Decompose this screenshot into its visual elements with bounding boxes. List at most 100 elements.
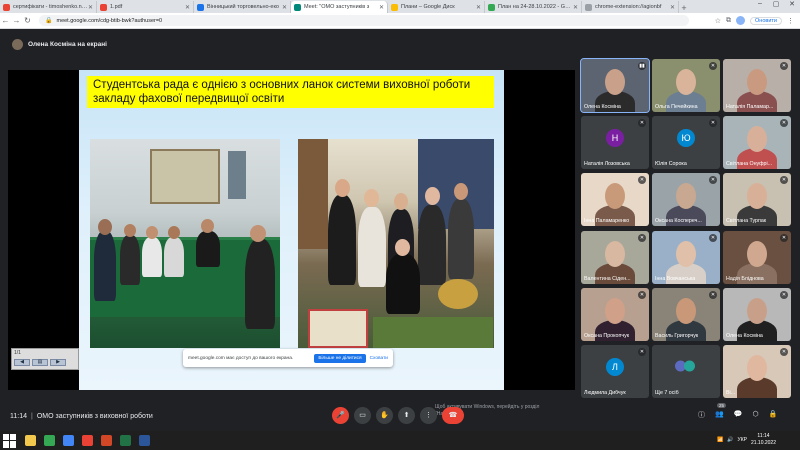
star-icon[interactable]: ☆ [715,17,721,25]
call-controls: 🎤 ▭ ✋ ⬆ ⋮ ☎ [332,407,464,424]
forward-arrow-icon[interactable]: → [11,16,22,25]
participant-tile[interactable]: Ю ✕ Юлія Сорока [652,116,720,170]
participant-tile[interactable]: Н ✕ Наталія Лозовська [581,116,649,170]
volume-icon[interactable]: 🔊 [727,437,733,443]
tab-label: Meet: "ОМО заступників з [304,4,370,10]
activities-icon[interactable]: ⬡ [752,410,758,420]
participant-tile[interactable]: ✕ Надія Бліднова [723,230,791,284]
menu-icon[interactable]: ⋮ [787,17,794,25]
tab-close-icon[interactable]: ✕ [573,4,578,11]
excel-icon[interactable] [120,435,131,446]
camera-button[interactable]: ▭ [354,407,371,424]
people-icon[interactable]: 25 👥 [715,403,727,420]
muted-mic-icon: ✕ [709,119,717,128]
next-slide-button[interactable]: ▶ [50,359,66,366]
taskbar-apps [17,435,150,446]
host-controls-icon[interactable]: 🔒 [769,410,778,420]
tab-label: План на 24-28.10.2022 - Goog [498,4,573,10]
tab-favicon-icon [100,3,107,11]
participant-tile[interactable]: ✕ Інна Паламаренко [581,173,649,227]
tab-label: chrome-extension://agionbf [595,4,662,10]
chrome-2-icon[interactable] [63,435,74,446]
reload-icon[interactable]: ↻ [22,16,33,25]
participant-tile[interactable]: ✕ Світлана Онуфрі... [723,116,791,170]
participant-initial-avatar: Н [606,129,624,148]
url-field[interactable]: 🔒 meet.google.com/cdg-btib-bwk?authuser=… [39,15,689,26]
participant-tile[interactable]: ✕ Ольга Печейкина [652,59,720,112]
participant-tile[interactable]: Ще 7 осіб [652,344,720,398]
chrome-icon[interactable] [44,435,55,446]
new-tab-button[interactable]: + [679,3,689,13]
hide-notification-button[interactable]: Сховати [370,356,388,361]
participant-face [676,240,696,267]
participant-tile[interactable]: ✕ Оксана Прокопчук [581,287,649,341]
participant-tile[interactable]: ✕ Василь Григорчук [652,287,720,341]
browser-tab[interactable]: 1.pdf ✕ [97,1,194,13]
chrome-3-icon[interactable] [82,435,93,446]
participant-tile[interactable]: ✕ Валентина Сіден... [581,230,649,284]
extensions-icon[interactable]: ⧉ [726,17,731,25]
tab-close-icon[interactable]: ✕ [670,4,675,11]
clock-time: 11:14 [757,433,770,439]
tab-favicon-icon [294,3,301,11]
minimize-button[interactable]: – [752,0,768,10]
participant-name: Інна Паламаренко [584,218,630,225]
student-head [146,226,158,239]
menu-slide-button[interactable]: ▤ [32,359,48,366]
tab-label: сертифікати - timoshenko.nata [13,4,88,10]
muted-mic-icon: ✕ [709,176,717,185]
back-arrow-icon[interactable]: ← [0,16,11,25]
language-indicator[interactable]: УКР [738,437,747,443]
profile-avatar[interactable] [736,16,746,25]
tab-close-icon[interactable]: ✕ [185,4,190,11]
tab-close-icon[interactable]: ✕ [88,4,93,11]
chat-icon[interactable]: 💬 [734,410,743,420]
flowers-image [373,317,493,348]
browser-tab[interactable]: chrome-extension://agionbf ✕ [582,1,679,13]
maximize-button[interactable]: ▢ [768,0,784,10]
stop-sharing-button[interactable]: Більше не ділитися [314,353,366,363]
end-call-button[interactable]: ☎ [442,407,464,424]
participant-tile[interactable]: ✕ Ві... [723,344,791,398]
participant-face [605,240,625,267]
student-figure [120,235,140,285]
network-icon[interactable]: 📶 [717,437,723,443]
muted-mic-icon: ✕ [780,233,788,242]
participant-tile[interactable]: ✕ Наталія Паламар... [723,59,791,112]
participant-tile[interactable]: ✕ Оксана Коспереч... [652,173,720,227]
word-icon[interactable] [139,435,150,446]
participant-tile[interactable]: ✕ Інна Вовчанська [652,230,720,284]
browser-tab[interactable]: План на 24-28.10.2022 - Goog ✕ [485,1,582,13]
tab-close-icon[interactable]: ✕ [379,4,384,11]
present-now-button[interactable]: ⬆ [398,407,415,424]
close-window-button[interactable]: ✕ [784,0,800,10]
student-head [335,179,350,197]
more-options-button[interactable]: ⋮ [420,407,437,424]
participant-name: Василь Григорчук [655,332,699,339]
browser-tab[interactable]: Вінницький торговельно-еко ✕ [194,1,291,13]
info-icon[interactable]: ⓘ [698,410,705,420]
participant-tile[interactable]: ✕ Світлана Турпак [723,173,791,227]
student-head [394,193,408,210]
browser-tab[interactable]: сертифікати - timoshenko.nata ✕ [0,1,97,13]
tab-close-icon[interactable]: ✕ [282,4,287,11]
browser-tab[interactable]: Плани – Google Диск ✕ [388,1,485,13]
mic-off-button[interactable]: 🎤 [332,407,349,424]
system-clock[interactable]: 11:14 21.10.2022 [751,433,776,447]
prev-slide-button[interactable]: ◀ [14,359,30,366]
tab-favicon-icon [391,3,398,11]
muted-mic-icon: ✕ [638,119,646,128]
update-button[interactable]: Оновити [750,16,782,25]
windows-start-icon[interactable] [3,433,17,448]
participant-name: Оксана Коспереч... [655,218,702,225]
clock-date: 21.10.2022 [750,440,776,446]
participant-face [605,69,625,95]
participant-tile[interactable]: ✕ Олена Косміна [723,287,791,341]
powerpoint-icon[interactable] [101,435,112,446]
participant-tile[interactable]: ▮▮ Олена Косміна [580,58,650,113]
browser-tab[interactable]: Meet: "ОМО заступників з ✕ [291,1,388,13]
file-explorer-icon[interactable] [25,435,36,446]
raise-hand-button[interactable]: ✋ [376,407,393,424]
tab-close-icon[interactable]: ✕ [476,4,481,11]
participant-tile[interactable]: Л ✕ Людмила Дибчук [581,344,649,398]
